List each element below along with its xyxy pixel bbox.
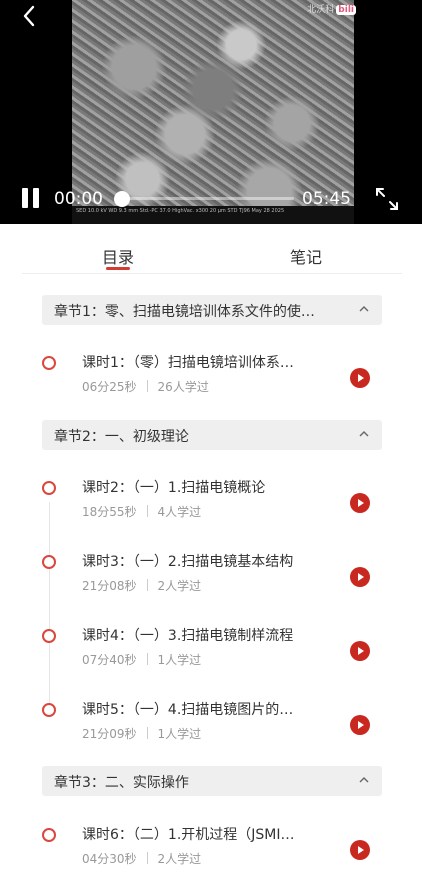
play-icon[interactable] [350, 641, 370, 661]
lesson-meta: 21分08秒 2人学过 [82, 577, 201, 594]
lesson-duration: 04分30秒 [82, 852, 137, 866]
tab-notes[interactable]: 笔记 [290, 244, 322, 268]
chapter-title: 章节1：零、扫描电镜培训体系文件的使… [54, 304, 315, 320]
lesson-duration: 21分08秒 [82, 579, 137, 593]
watermark-text: 北沃科 [307, 5, 335, 15]
meta-divider [146, 852, 148, 864]
lesson-learners: 4人学过 [157, 505, 202, 519]
lesson-learners: 2人学过 [157, 579, 202, 593]
fullscreen-button[interactable] [374, 186, 400, 212]
video-controls: 00:00 05:45 [0, 180, 422, 216]
lesson-learners: 1人学过 [157, 653, 202, 667]
seek-bar[interactable] [114, 191, 294, 207]
fullscreen-icon [376, 188, 398, 210]
meta-divider [146, 505, 148, 517]
lesson-learners: 26人学过 [157, 380, 209, 394]
pause-button[interactable] [22, 188, 40, 208]
video-player[interactable]: SED 10.0 kV WD 9.3 mm Std.-PC 37.0 HighV… [0, 0, 422, 224]
status-circle-icon [42, 356, 56, 370]
play-icon[interactable] [350, 840, 370, 860]
lesson-meta: 21分09秒 1人学过 [82, 725, 201, 742]
chapter-title: 章节3：二、实际操作 [54, 775, 189, 791]
chapter-1-header[interactable]: 章节1：零、扫描电镜培训体系文件的使… [42, 295, 382, 325]
status-circle-icon [42, 703, 56, 717]
status-circle-icon [42, 481, 56, 495]
lesson-title: 课时3：（一）2.扫描电镜基本结构 [82, 554, 294, 570]
play-icon[interactable] [350, 567, 370, 587]
chapter-title: 章节2：一、初级理论 [54, 429, 189, 445]
lesson-item[interactable]: 课时5：（一）4.扫描电镜图片的… 21分09秒 1人学过 [0, 695, 422, 761]
duration: 05:45 [302, 189, 351, 209]
lesson-meta: 18分55秒 4人学过 [82, 503, 201, 520]
tab-active-indicator [106, 267, 130, 270]
play-icon[interactable] [350, 368, 370, 388]
lesson-meta: 06分25秒 26人学过 [82, 378, 209, 395]
chevron-up-icon [359, 431, 369, 437]
lesson-item[interactable]: 课时4：（一）3.扫描电镜制样流程 07分40秒 1人学过 [0, 621, 422, 687]
status-circle-icon [42, 629, 56, 643]
lesson-duration: 07分40秒 [82, 653, 137, 667]
back-arrow-icon [23, 5, 35, 27]
meta-divider [146, 727, 148, 739]
lesson-meta: 04分30秒 2人学过 [82, 850, 201, 867]
lesson-item[interactable]: 课时6：（二）1.开机过程（JSMI… 04分30秒 2人学过 [0, 820, 422, 874]
tab-toc[interactable]: 目录 [102, 244, 134, 268]
lesson-learners: 2人学过 [157, 852, 202, 866]
watermark-logo: bili [336, 5, 356, 15]
meta-divider [146, 653, 148, 665]
chevron-up-icon [359, 777, 369, 783]
lesson-item[interactable]: 课时3：（一）2.扫描电镜基本结构 21分08秒 2人学过 [0, 547, 422, 613]
lesson-title: 课时1：（零）扫描电镜培训体系… [82, 355, 294, 371]
lesson-duration: 06分25秒 [82, 380, 137, 394]
lesson-meta: 07分40秒 1人学过 [82, 651, 201, 668]
chapter-3-header[interactable]: 章节3：二、实际操作 [42, 766, 382, 796]
play-icon[interactable] [350, 715, 370, 735]
chapter-2-header[interactable]: 章节2：一、初级理论 [42, 420, 382, 450]
back-button[interactable] [18, 4, 42, 28]
chevron-up-icon [359, 306, 369, 312]
tab-bar: 目录 笔记 [22, 234, 402, 274]
status-circle-icon [42, 828, 56, 842]
play-icon[interactable] [350, 493, 370, 513]
pause-icon-bar [33, 188, 39, 208]
lesson-title: 课时5：（一）4.扫描电镜图片的… [82, 702, 294, 718]
lesson-title: 课时6：（二）1.开机过程（JSMI… [82, 827, 295, 843]
lesson-item[interactable]: 课时1：（零）扫描电镜培训体系… 06分25秒 26人学过 [0, 348, 422, 414]
lesson-duration: 21分09秒 [82, 727, 137, 741]
seek-knob[interactable] [114, 191, 130, 207]
lesson-learners: 1人学过 [157, 727, 202, 741]
lesson-item[interactable]: 课时2：（一）1.扫描电镜概论 18分55秒 4人学过 [0, 473, 422, 539]
watermark: 北沃科 bili [307, 2, 356, 15]
pause-icon [22, 188, 28, 208]
meta-divider [146, 579, 148, 591]
current-time: 00:00 [54, 189, 103, 209]
lesson-title: 课时2：（一）1.扫描电镜概论 [82, 480, 266, 496]
meta-divider [146, 380, 148, 392]
lesson-title: 课时4：（一）3.扫描电镜制样流程 [82, 628, 294, 644]
lesson-duration: 18分55秒 [82, 505, 137, 519]
status-circle-icon [42, 555, 56, 569]
